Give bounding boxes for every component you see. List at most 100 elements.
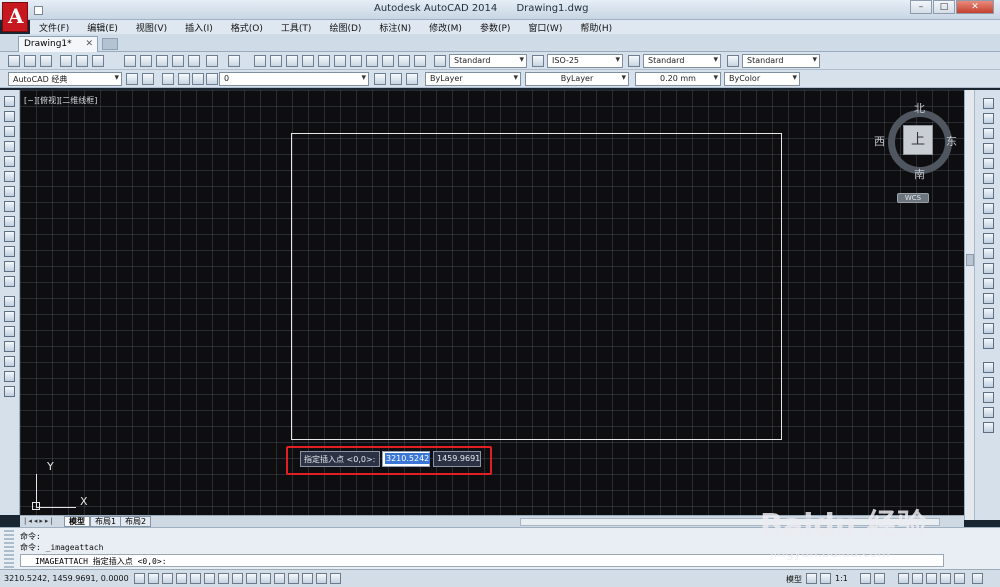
dynamic-input-y-field[interactable]: 1459.9691 <box>433 451 481 467</box>
match-properties-icon[interactable] <box>172 55 184 67</box>
array-icon[interactable] <box>983 158 994 169</box>
table-style-icon[interactable] <box>628 55 640 67</box>
circle-icon[interactable] <box>4 186 15 197</box>
move-icon[interactable] <box>983 173 994 184</box>
layer-previous-icon[interactable] <box>390 73 402 85</box>
menu-window[interactable]: 窗口(W) <box>519 21 571 34</box>
annotation-scale-icon[interactable] <box>820 573 831 584</box>
3d-object-snap-icon[interactable] <box>218 573 229 584</box>
make-block-icon[interactable] <box>4 276 15 287</box>
send-to-back-icon[interactable] <box>983 392 994 403</box>
allow-ucs-icon[interactable] <box>246 573 257 584</box>
maximize-button[interactable]: □ <box>933 0 955 14</box>
wcs-menu-button[interactable]: WCS <box>897 193 929 203</box>
layer-lock-icon[interactable] <box>206 73 218 85</box>
zoom-window-icon[interactable] <box>286 55 298 67</box>
ellipse-icon[interactable] <box>4 231 15 242</box>
open-file-icon[interactable] <box>24 55 36 67</box>
command-window-grip[interactable] <box>4 530 14 568</box>
plot-icon[interactable] <box>60 55 72 67</box>
help-icon[interactable] <box>414 55 426 67</box>
status-menu-icon[interactable] <box>954 573 965 584</box>
menu-edit[interactable]: 编辑(E) <box>78 21 127 34</box>
break-icon[interactable] <box>983 278 994 289</box>
make-current-layer-icon[interactable] <box>374 73 386 85</box>
autocad-logo-button[interactable]: A <box>2 2 28 32</box>
annotation-visibility-icon[interactable] <box>860 573 871 584</box>
vertical-scroll-thumb[interactable] <box>966 254 974 266</box>
gradient-icon[interactable] <box>4 326 15 337</box>
draw-order-icon[interactable] <box>983 362 994 373</box>
linetype-dropdown[interactable]: ByLayer <box>525 72 629 86</box>
multiline-text-icon[interactable] <box>4 371 15 382</box>
ellipse-arc-icon[interactable] <box>4 246 15 257</box>
rectangle-icon[interactable] <box>4 156 15 167</box>
layout-nav-arrows-icon[interactable]: |◂◂▸▸| <box>24 517 55 525</box>
properties-icon[interactable] <box>318 55 330 67</box>
auto-scale-icon[interactable] <box>874 573 885 584</box>
dynamic-input-x-field[interactable]: 3210.5242 <box>382 451 431 467</box>
pan-icon[interactable] <box>254 55 266 67</box>
close-button[interactable]: ✕ <box>956 0 994 14</box>
layer-on-icon[interactable] <box>178 73 190 85</box>
revcloud-icon[interactable] <box>4 201 15 212</box>
menu-tools[interactable]: 工具(T) <box>272 21 321 34</box>
command-input[interactable]: IMAGEATTACH 指定插入点 <0,0>: <box>20 554 944 567</box>
text-style-dropdown[interactable]: Standard <box>449 54 527 68</box>
viewport-controls-label[interactable]: [−][俯视][二维线框] <box>24 95 97 106</box>
layer-dropdown[interactable]: 0 <box>219 72 369 86</box>
ortho-mode-icon[interactable] <box>176 573 187 584</box>
layer-state-icon[interactable] <box>406 73 418 85</box>
object-snap-tracking-icon[interactable] <box>232 573 243 584</box>
image-frame-rectangle[interactable] <box>291 133 782 440</box>
compass-south-label[interactable]: 南 <box>914 166 925 182</box>
tool-palettes-icon[interactable] <box>350 55 362 67</box>
spline-icon[interactable] <box>4 216 15 227</box>
menu-file[interactable]: 文件(F) <box>30 21 78 34</box>
menu-draw[interactable]: 绘图(D) <box>320 21 370 34</box>
sheet-set-icon[interactable] <box>366 55 378 67</box>
text-style-icon[interactable] <box>434 55 446 67</box>
annotation-scale-value[interactable]: 1:1 <box>835 574 848 583</box>
viewcube[interactable]: 上 北 南 东 西 <box>874 100 960 182</box>
hatch-icon[interactable] <box>4 311 15 322</box>
compass-north-label[interactable]: 北 <box>914 100 925 116</box>
insert-block-icon[interactable] <box>4 261 15 272</box>
line-icon[interactable] <box>4 96 15 107</box>
new-tab-button[interactable] <box>102 38 118 50</box>
hardware-acceleration-icon[interactable] <box>926 573 937 584</box>
layer-properties-icon[interactable] <box>162 73 174 85</box>
offset-icon[interactable] <box>983 143 994 154</box>
minimize-button[interactable]: – <box>910 0 932 14</box>
snap-mode-icon[interactable] <box>148 573 159 584</box>
tab-model[interactable]: 模型 <box>64 516 90 527</box>
infer-constraints-icon[interactable] <box>134 573 145 584</box>
polar-tracking-icon[interactable] <box>190 573 201 584</box>
fillet-icon[interactable] <box>983 323 994 334</box>
rotate-icon[interactable] <box>983 188 994 199</box>
save-icon[interactable] <box>40 55 52 67</box>
tab-layout2[interactable]: 布局2 <box>120 516 152 527</box>
vertical-scrollbar[interactable] <box>965 90 975 520</box>
isolate-objects-icon[interactable] <box>940 573 951 584</box>
quick-properties-icon[interactable] <box>302 573 313 584</box>
plotstyle-dropdown[interactable]: ByColor <box>724 72 800 86</box>
explode-icon[interactable] <box>983 338 994 349</box>
compass-west-label[interactable]: 西 <box>874 133 885 149</box>
lineweight-toggle-icon[interactable] <box>274 573 285 584</box>
color-dropdown[interactable]: ByLayer <box>425 72 521 86</box>
quick-view-layouts-icon[interactable] <box>806 573 817 584</box>
horizontal-scrollbar[interactable] <box>520 518 940 526</box>
plot-preview-icon[interactable] <box>76 55 88 67</box>
transparency-icon[interactable] <box>288 573 299 584</box>
workspace-switch-icon[interactable] <box>142 73 154 85</box>
mirror-icon[interactable] <box>983 128 994 139</box>
stretch-icon[interactable] <box>983 218 994 229</box>
cursor-coordinates[interactable]: 3210.5242, 1459.9691, 0.0000 <box>4 574 129 583</box>
dim-style-dropdown[interactable]: ISO-25 <box>547 54 623 68</box>
chamfer-icon[interactable] <box>983 308 994 319</box>
menu-parametric[interactable]: 参数(P) <box>471 21 519 34</box>
break-at-point-icon[interactable] <box>983 263 994 274</box>
viewcube-top-face[interactable]: 上 <box>903 125 933 155</box>
table-style-dropdown[interactable]: Standard <box>643 54 721 68</box>
